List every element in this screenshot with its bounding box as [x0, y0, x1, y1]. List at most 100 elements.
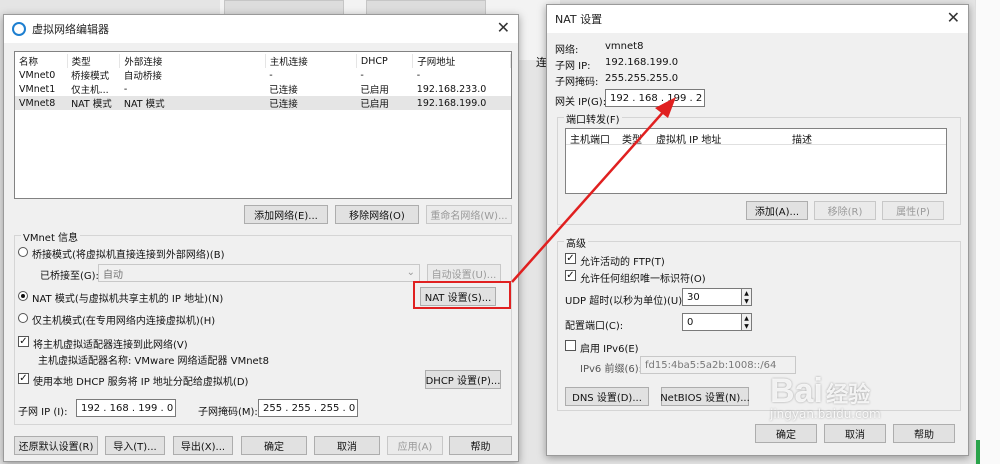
hostonly-radio[interactable]: [18, 313, 28, 323]
nat-close-icon[interactable]: ✕: [947, 9, 960, 27]
vmnet-info-label: VMnet 信息: [21, 229, 81, 244]
connect-adapter-label: 将主机虚拟适配器连接到此网络(V): [33, 340, 188, 351]
green-bar: [976, 440, 980, 464]
nat-ok-button[interactable]: 确定: [755, 424, 817, 443]
table-cell: VMnet1: [19, 83, 56, 95]
dhcp-settings-button[interactable]: DHCP 设置(P)...: [425, 370, 501, 389]
connect-adapter-checkbox[interactable]: ✓: [18, 336, 29, 347]
column-header[interactable]: 主机连接: [265, 54, 357, 68]
down-arrow-icon[interactable]: ▼: [744, 323, 749, 330]
nat-cancel-button[interactable]: 取消: [824, 424, 886, 443]
gateway-field[interactable]: 192 . 168 . 199 . 2: [605, 89, 705, 107]
bridged-to-value: 自动: [103, 269, 123, 281]
column-header[interactable]: 名称: [15, 54, 68, 68]
enable-ipv6-label: 启用 IPv6(E): [580, 344, 639, 355]
bridged-to-select[interactable]: 自动 ⌄: [98, 264, 420, 282]
gateway-label: 网关 IP(G):: [555, 97, 607, 108]
close-icon[interactable]: ✕: [497, 19, 510, 37]
allow-oui-checkbox[interactable]: ✓: [565, 270, 576, 281]
column-header[interactable]: 外部连接: [119, 54, 266, 68]
table-cell: 自动桥接: [123, 71, 162, 82]
network-table-header: 名称 类型 外部连接 主机连接 DHCP 子网地址: [15, 54, 511, 68]
export-button[interactable]: 导出(X)...: [173, 436, 233, 455]
subnet-mask-field[interactable]: 255 . 255 . 255 . 0: [258, 399, 358, 417]
table-cell: 已连接: [269, 85, 298, 96]
nat-radio[interactable]: [18, 291, 28, 301]
config-port-field[interactable]: 0: [682, 313, 742, 331]
enable-ipv6-checkbox[interactable]: [565, 340, 576, 351]
table-cell: -: [123, 83, 128, 95]
nat-title: NAT 设置: [555, 13, 603, 26]
pf-remove-button[interactable]: 移除(R): [814, 201, 876, 220]
table-cell: 192.168.199.0: [416, 97, 487, 109]
subnet-ip-field[interactable]: 192 . 168 . 199 . 0: [76, 399, 176, 417]
column-header[interactable]: 子网地址: [412, 54, 511, 68]
table-cell: VMnet8: [19, 97, 56, 109]
ipv6-prefix-label: IPv6 前缀(6):: [580, 364, 642, 375]
pf-add-button[interactable]: 添加(A)...: [746, 201, 808, 220]
column-header[interactable]: DHCP: [356, 54, 414, 68]
pf-col-host-port: 主机端口: [570, 135, 610, 146]
pf-col-type: 类型: [622, 135, 642, 146]
import-button[interactable]: 导入(T)...: [105, 436, 165, 455]
table-cell: 仅主机...: [71, 85, 109, 96]
cancel-button[interactable]: 取消: [314, 436, 380, 455]
add-network-button[interactable]: 添加网络(E)...: [244, 205, 328, 224]
up-arrow-icon[interactable]: ▲: [744, 290, 749, 297]
ok-button[interactable]: 确定: [241, 436, 307, 455]
nat-radio-label: NAT 模式(与虚拟机共享主机的 IP 地址)(N): [32, 294, 224, 305]
udp-timeout-spinner[interactable]: ▲ ▼: [741, 288, 752, 306]
allow-ftp-checkbox[interactable]: ✓: [565, 253, 576, 264]
hostonly-radio-label: 仅主机模式(在专用网络内连接虚拟机)(H): [32, 316, 216, 327]
network-table: 名称 类型 外部连接 主机连接 DHCP 子网地址 VMnet0 桥接模式 自动桥接 - - - VM…: [15, 54, 511, 110]
table-cell: 已连接: [269, 99, 298, 110]
port-forwarding-list[interactable]: 主机端口 类型 虚拟机 IP 地址 描述: [565, 128, 947, 194]
table-row[interactable]: VMnet8 NAT 模式 NAT 模式 已连接 已启用 192.168.199.0: [15, 96, 511, 110]
advanced-label: 高级: [564, 235, 588, 250]
table-cell: 已启用: [360, 85, 389, 96]
bridged-radio[interactable]: [18, 247, 28, 257]
network-list[interactable]: 名称 类型 外部连接 主机连接 DHCP 子网地址 VMnet0 桥接模式 自动桥接 - - - VM…: [14, 51, 512, 199]
config-port-label: 配置端口(C):: [565, 321, 624, 332]
table-row[interactable]: VMnet0 桥接模式 自动桥接 - - -: [15, 68, 511, 83]
vne-titlebar: 虚拟网络编辑器 ✕: [4, 15, 518, 43]
table-cell: 桥接模式: [71, 71, 110, 82]
pf-col-vm-ip: 虚拟机 IP 地址: [656, 135, 722, 146]
bridged-to-label: 已桥接至(G):: [40, 271, 99, 282]
dns-settings-button[interactable]: DNS 设置(D)...: [565, 387, 649, 406]
netbios-settings-button[interactable]: NetBIOS 设置(N)...: [660, 387, 750, 406]
network-value: vmnet8: [605, 41, 644, 52]
use-dhcp-checkbox[interactable]: ✓: [18, 373, 29, 384]
apply-button[interactable]: 应用(A): [387, 436, 443, 455]
network-label: 网络:: [555, 45, 579, 56]
port-forwarding-header: 主机端口 类型 虚拟机 IP 地址 描述: [566, 129, 946, 146]
virtual-network-editor-dialog: 虚拟网络编辑器 ✕ 名称 类型 外部连接 主机连接 DHCP 子网地址 VMnet0 桥接模…: [3, 14, 519, 462]
nat-settings-dialog: NAT 设置 ✕ 网络: vmnet8 子网 IP: 192.168.199.0…: [546, 4, 969, 456]
rename-network-button[interactable]: 重命名网络(W)...: [426, 205, 512, 224]
bridged-radio-label: 桥接模式(将虚拟机直接连接到外部网络)(B): [32, 250, 225, 261]
nat-subnet-ip-value: 192.168.199.0: [605, 57, 679, 68]
config-port-spinner[interactable]: ▲ ▼: [741, 313, 752, 331]
subnet-mask-label: 子网掩码(M):: [198, 407, 258, 418]
pf-col-description: 描述: [792, 135, 812, 146]
table-cell: 已启用: [360, 99, 389, 110]
pf-properties-button[interactable]: 属性(P): [882, 201, 944, 220]
table-cell: -: [360, 69, 364, 81]
column-header[interactable]: 类型: [67, 54, 121, 68]
table-cell: -: [269, 69, 273, 81]
vne-title: 虚拟网络编辑器: [32, 23, 109, 36]
remove-network-button[interactable]: 移除网络(O): [335, 205, 419, 224]
down-arrow-icon[interactable]: ▼: [744, 298, 749, 305]
restore-defaults-button[interactable]: 还原默认设置(R): [14, 436, 98, 455]
nat-settings-highlight-box: [413, 281, 511, 309]
chevron-down-icon: ⌄: [406, 267, 415, 278]
table-row[interactable]: VMnet1 仅主机... - 已连接 已启用 192.168.233.0: [15, 82, 511, 97]
up-arrow-icon[interactable]: ▲: [744, 315, 749, 322]
help-button[interactable]: 帮助: [449, 436, 512, 455]
use-dhcp-label: 使用本地 DHCP 服务将 IP 地址分配给虚拟机(D): [33, 377, 249, 388]
udp-timeout-field[interactable]: 30: [682, 288, 742, 306]
ipv6-prefix-field[interactable]: fd15:4ba5:5a2b:1008::/64: [640, 356, 796, 374]
nat-help-button[interactable]: 帮助: [893, 424, 955, 443]
nat-subnet-ip-label: 子网 IP:: [555, 61, 591, 72]
table-cell: 192.168.233.0: [416, 83, 487, 95]
